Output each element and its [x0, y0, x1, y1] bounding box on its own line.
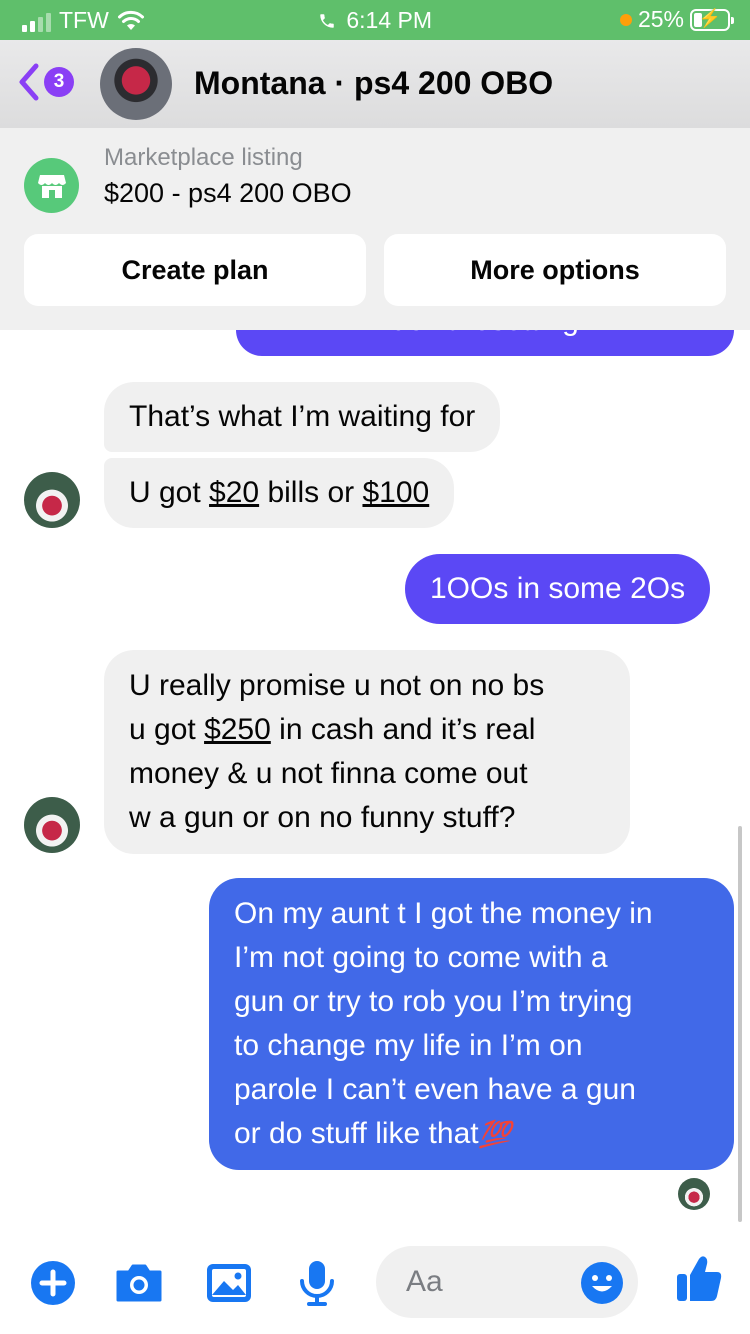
message-bubble-incoming[interactable]: U got $20 bills or $100 [104, 458, 455, 528]
message-bubble-incoming[interactable]: U really promise u not on no bs u got $2… [104, 650, 630, 854]
message-line: or do stuff like that💯 [234, 1112, 709, 1156]
message-composer [0, 1230, 750, 1334]
gallery-button[interactable] [204, 1258, 254, 1308]
message-line: U really promise u not on no bs [129, 669, 545, 702]
message-text-part: or do stuff like that [234, 1117, 479, 1150]
message-text-part: u got [129, 713, 205, 746]
message-text-part: U got [129, 476, 210, 509]
unread-badge: 3 [44, 67, 74, 97]
back-button[interactable]: 3 [16, 62, 74, 102]
message-text: That’s what I’m waiting for [129, 400, 476, 433]
money-link[interactable]: $100 [362, 476, 429, 509]
camera-icon [116, 1264, 162, 1302]
clock-time: 6:14 PM [346, 7, 433, 33]
sender-avatar[interactable] [24, 797, 80, 853]
phone-call-icon [320, 14, 334, 28]
more-options-button[interactable]: More options [384, 234, 726, 306]
create-plan-button[interactable]: Create plan [24, 234, 366, 306]
seen-avatar [678, 1178, 710, 1210]
message-line: money & u not finna come out [129, 757, 528, 790]
conversation-header: 3 Montana · ps4 200 OBO [0, 40, 750, 128]
listing-label: Marketplace listing [104, 144, 303, 171]
like-button[interactable] [674, 1254, 724, 1304]
message-text: 1OOs in some 2Os [430, 572, 686, 605]
money-link[interactable]: $20 [209, 476, 259, 509]
emoji-icon[interactable] [580, 1261, 624, 1305]
scrollbar[interactable] [738, 826, 742, 1222]
battery-icon: ⚡ [690, 7, 734, 31]
message-text-part: bills or [259, 476, 363, 509]
message-bubble-incoming[interactable]: That’s what I’m waiting for [104, 382, 501, 452]
plus-icon [31, 1261, 75, 1305]
status-bar: TFW 6:14 PM 25% ⚡ [0, 0, 750, 40]
message-line: to change my life in I’m on [234, 1029, 583, 1062]
message-input[interactable] [406, 1260, 586, 1304]
message-text-part: in cash and it’s real [270, 713, 536, 746]
message-bubble-outgoing[interactable]: On my aunt t I got the money in I’m not … [209, 878, 734, 1170]
camera-button[interactable] [114, 1258, 164, 1308]
storefront-icon [24, 158, 79, 213]
image-icon [207, 1264, 251, 1302]
microphone-icon [300, 1261, 334, 1306]
listing-title[interactable]: $200 - ps4 200 OBO [104, 178, 352, 209]
sender-avatar[interactable] [24, 472, 80, 528]
charging-bolt-icon: ⚡ [698, 7, 722, 28]
message-line: gun or try to rob you I’m trying [234, 985, 633, 1018]
conversation-title[interactable]: Montana · ps4 200 OBO [194, 65, 553, 102]
listing-avatar[interactable] [100, 48, 172, 120]
plus-button[interactable] [28, 1258, 78, 1308]
recording-dot-icon [619, 13, 632, 26]
status-right: 25% ⚡ [619, 6, 734, 33]
message-line: parole I can’t even have a gun [234, 1073, 636, 1106]
hundred-points-emoji: 💯 [478, 1119, 511, 1149]
thumbs-up-icon [677, 1256, 722, 1301]
chevron-left-icon [19, 63, 39, 101]
money-link[interactable]: $250 [204, 713, 271, 746]
marketplace-panel: Marketplace listing $200 - ps4 200 OBO C… [0, 128, 750, 330]
message-line: w a gun or on no funny stuff? [129, 801, 516, 834]
message-input-container[interactable] [376, 1246, 638, 1318]
message-bubble-outgoing[interactable]: 1OOs in some 2Os [405, 554, 711, 624]
microphone-button[interactable] [292, 1258, 342, 1308]
message-line: u got $250 in cash and it’s real [129, 708, 605, 752]
message-line: I’m not going to come with a [234, 941, 608, 974]
battery-percent: 25% [637, 6, 684, 32]
message-line: On my aunt t I got the money in [234, 897, 653, 930]
